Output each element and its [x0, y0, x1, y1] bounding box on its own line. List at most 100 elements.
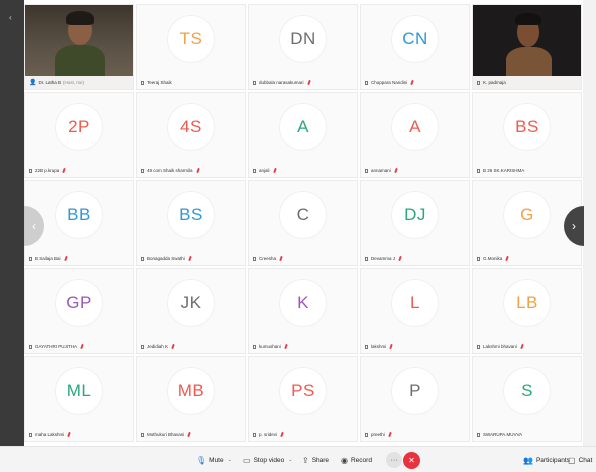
participant-tile[interactable]: P preethi — [360, 356, 470, 442]
muted-mic-icon — [272, 167, 277, 174]
participant-namebar: SWARUPA.MUVVA — [473, 428, 581, 441]
chat-label: Chat — [578, 456, 593, 464]
hair-shape — [66, 11, 94, 25]
collapse-panel-icon[interactable]: ‹ — [9, 14, 12, 22]
participant-tile[interactable]: K kumushani — [248, 268, 358, 354]
participant-tile[interactable]: 2P 22B p.krupa — [24, 92, 134, 178]
participant-avatar: DJ — [391, 190, 439, 239]
participant-namebar: 49 com Shaik sharmila — [137, 164, 245, 177]
participant-namebar: kumushani — [249, 340, 357, 353]
pin-icon — [477, 168, 480, 173]
share-label: Share — [311, 456, 330, 464]
participant-namebar: Mothukuri Bhavani — [137, 428, 245, 441]
pin-icon — [141, 80, 144, 85]
person-body-shape — [506, 47, 552, 79]
participant-tile[interactable]: MB Mothukuri Bhavani — [136, 356, 246, 442]
participant-name: K. padmaja — [483, 80, 506, 85]
participant-avatar: LB — [503, 278, 551, 327]
participant-tile[interactable]: L lakshmi — [360, 268, 470, 354]
more-options-button[interactable]: ··· — [386, 452, 402, 468]
participant-namebar: 👤 Dr. Latha B (Host, me) — [25, 76, 133, 89]
pin-icon — [141, 168, 144, 173]
participant-tile[interactable]: BS B 26 SK.KARISHMA — [472, 92, 582, 178]
chat-bubble-icon: ▢ — [568, 455, 576, 465]
participant-avatar: 2P — [55, 102, 103, 151]
people-icon: 👥 — [523, 455, 533, 465]
meeting-window: ‹ 👤 Dr. Latha B (Host, me) TS Teeraj Sha… — [0, 0, 596, 472]
participant-avatar: CN — [391, 14, 439, 63]
microphone-icon: 🎙 — [196, 455, 207, 465]
participant-namebar: B 26 SK.KARISHMA — [473, 164, 581, 177]
participant-tile[interactable]: GP GAYATHRI PUJITHA — [24, 268, 134, 354]
share-button[interactable]: ⇪ Share — [302, 452, 329, 468]
pin-icon — [365, 168, 368, 173]
participant-name: p. sridevi — [259, 432, 278, 437]
participant-tile[interactable]: A annamani — [360, 92, 470, 178]
muted-mic-icon — [306, 79, 311, 86]
participant-name: Creesha — [259, 256, 277, 261]
participant-namebar: 22B p.krupa — [25, 164, 133, 177]
participant-name: B 26 SK.KARISHMA — [483, 168, 525, 173]
participants-button[interactable]: 👥 Participants — [523, 452, 570, 468]
participant-avatar: BS — [167, 190, 215, 239]
participant-name: Devamma J — [371, 256, 396, 261]
pin-icon — [29, 256, 32, 261]
participant-tile[interactable]: CN Choppara Nandini — [360, 4, 470, 90]
muted-mic-icon — [63, 255, 68, 262]
pin-icon — [29, 168, 32, 173]
participant-avatar: L — [391, 278, 439, 327]
record-button[interactable]: ◉ Record — [341, 452, 372, 468]
participant-name: Bonagadda Swathi — [147, 256, 185, 261]
pin-icon — [477, 256, 480, 261]
muted-mic-icon — [62, 167, 67, 174]
participant-name: GAYATHRI PUJITHA — [35, 344, 78, 349]
stop-video-button[interactable]: ▭ Stop video ⌄ — [243, 452, 292, 468]
pin-icon — [141, 432, 144, 437]
participant-tile-video[interactable]: 👤 Dr. Latha B (Host, me) — [24, 4, 134, 90]
chevron-down-icon[interactable]: ⌄ — [288, 457, 292, 463]
muted-mic-icon — [187, 431, 192, 438]
mute-button[interactable]: 🎙 Mute ⌄ — [196, 452, 232, 468]
muted-mic-icon — [195, 167, 200, 174]
participant-tile[interactable]: PS p. sridevi — [248, 356, 358, 442]
chevron-right-icon: › — [572, 219, 576, 233]
chat-button[interactable]: ▢ Chat — [568, 452, 592, 468]
muted-mic-icon — [171, 343, 175, 350]
muted-mic-icon — [519, 343, 524, 350]
chevron-down-icon[interactable]: ⌄ — [228, 457, 232, 463]
record-icon: ◉ — [341, 455, 348, 465]
participant-tile[interactable]: S SWARUPA.MUVVA — [472, 356, 582, 442]
hair-shape — [515, 13, 541, 25]
participant-tile[interactable]: LB Lakshmi bhavani — [472, 268, 582, 354]
participant-tile[interactable]: ML maha Lakshmi — [24, 356, 134, 442]
pin-icon — [29, 344, 32, 349]
participant-name: Mothukuri Bhavani — [147, 432, 185, 437]
participant-name: 49 com Shaik sharmila — [147, 168, 193, 173]
pin-icon — [141, 256, 144, 261]
muted-mic-icon — [505, 255, 510, 262]
participant-tile-video[interactable]: K. padmaja — [472, 4, 582, 90]
participant-avatar: ML — [55, 366, 103, 415]
video-camera-icon: ▭ — [243, 455, 251, 465]
participant-name: kumushani — [259, 344, 281, 349]
person-body-shape — [55, 45, 105, 79]
participant-name: anjali — [259, 168, 270, 173]
participant-namebar: Bonagadda Swathi — [137, 252, 245, 265]
participant-tile[interactable]: 4S 49 com Shaik sharmila — [136, 92, 246, 178]
participant-avatar: MB — [167, 366, 215, 415]
muted-mic-icon — [389, 343, 394, 350]
participant-tile[interactable]: DJ Devamma J — [360, 180, 470, 266]
participant-tile[interactable]: TS Teeraj Shaik — [136, 4, 246, 90]
participant-tile[interactable]: JK Jedidiah K — [136, 268, 246, 354]
participant-tile[interactable]: C Creesha — [248, 180, 358, 266]
participant-tile[interactable]: DN dubbala narasakumari — [248, 4, 358, 90]
share-icon: ⇪ — [302, 455, 309, 465]
participant-avatar: C — [279, 190, 327, 239]
leave-meeting-button[interactable]: ✕ — [403, 452, 420, 469]
participant-tile[interactable]: BS Bonagadda Swathi — [136, 180, 246, 266]
participant-tile[interactable]: A anjali — [248, 92, 358, 178]
stop-video-label: Stop video — [253, 456, 285, 464]
participant-avatar: JK — [167, 278, 215, 327]
pin-icon — [365, 344, 368, 349]
participant-name: dubbala narasakumari — [259, 80, 304, 85]
